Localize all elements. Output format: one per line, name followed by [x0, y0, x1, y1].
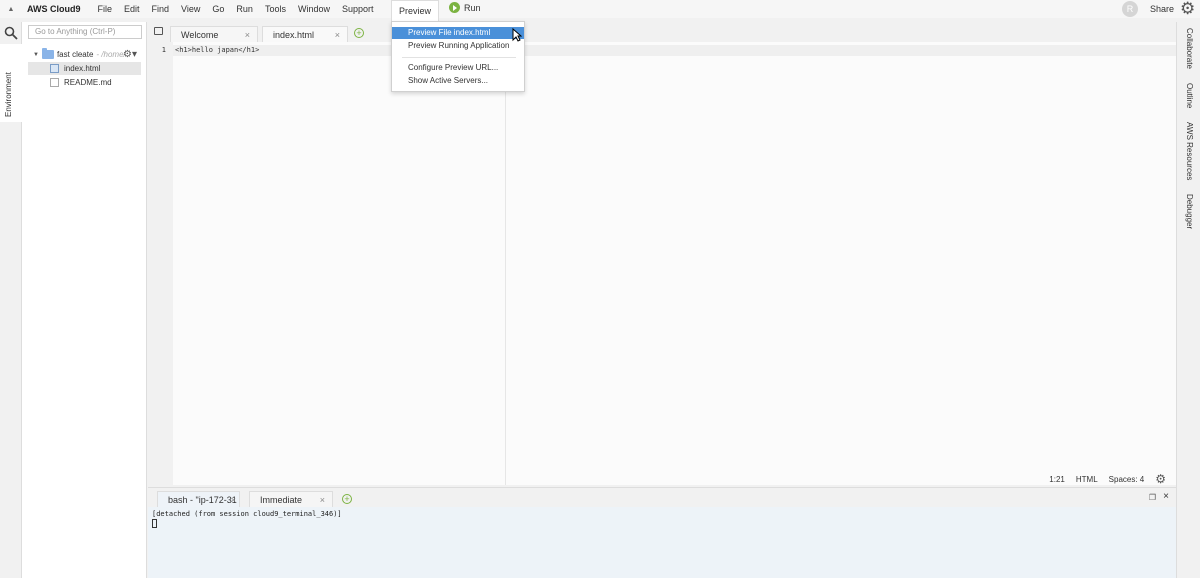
root-folder-name: fast cleate — [56, 50, 94, 59]
tab-menu-icon[interactable] — [154, 27, 163, 35]
menu-run[interactable]: Run — [230, 4, 259, 14]
close-icon[interactable]: × — [335, 30, 340, 40]
terminal-tab-bar: bash - "ip-172-31 × Immediate × + ❐ × — [148, 487, 1176, 508]
gear-icon[interactable]: ⚙ — [1180, 0, 1195, 18]
menu-tools[interactable]: Tools — [259, 4, 292, 14]
close-icon[interactable]: × — [231, 495, 236, 505]
run-label: Run — [464, 2, 481, 13]
menu-item-show-active-servers[interactable]: Show Active Servers... — [392, 75, 524, 87]
html-file-icon — [50, 64, 59, 73]
editor-tab-bar: Welcome × index.html × + — [148, 22, 1176, 43]
file-tree-panel: Go to Anything (Ctrl-P) ▼ fast cleate - … — [22, 22, 147, 578]
menu-go[interactable]: Go — [206, 4, 230, 14]
menu-window[interactable]: Window — [292, 4, 336, 14]
tree-settings-gear-icon[interactable]: ⚙▾ — [123, 49, 137, 60]
mouse-cursor-icon — [512, 28, 522, 42]
terminal[interactable]: [detached (from session cloud9_terminal_… — [148, 507, 1176, 578]
cursor-position[interactable]: 1:21 — [1049, 475, 1065, 484]
tab-welcome[interactable]: Welcome × — [170, 26, 258, 43]
close-icon[interactable]: × — [320, 495, 325, 505]
right-panel-strip: Collaborate Outline AWS Resources Debugg… — [1176, 22, 1200, 578]
restore-icon[interactable]: ❐ — [1149, 493, 1156, 502]
menu-support[interactable]: Support — [336, 4, 380, 14]
file-name: index.html — [64, 64, 101, 73]
tree-root-folder[interactable]: ▼ fast cleate - /home/ — [33, 48, 126, 59]
environment-tab-label[interactable]: Environment — [4, 72, 13, 117]
menu-item-configure-preview-url[interactable]: Configure Preview URL... — [392, 62, 524, 74]
left-panel-strip: Environment — [0, 22, 22, 578]
preview-dropdown-menu: Preview File index.html Preview Running … — [391, 21, 525, 92]
root-folder-path: - /home/ — [96, 50, 126, 59]
search-icon[interactable] — [4, 26, 18, 40]
add-tab-icon[interactable]: + — [354, 28, 364, 38]
file-name: README.md — [64, 78, 112, 87]
menu-bar: ▲ AWS Cloud9 File Edit Find View Go Run … — [0, 0, 1200, 18]
file-item-readme[interactable]: README.md — [28, 76, 141, 89]
menu-divider — [402, 57, 516, 58]
menu-item-preview-file[interactable]: Preview File index.html — [392, 27, 524, 39]
folder-icon — [41, 48, 54, 59]
play-icon — [449, 2, 460, 13]
indent-setting[interactable]: Spaces: 4 — [1109, 475, 1145, 484]
editor-status-bar: 1:21 HTML Spaces: 4 ⚙ — [1049, 472, 1166, 486]
terminal-output: [detached (from session cloud9_terminal_… — [152, 510, 342, 518]
goto-anything-input[interactable]: Go to Anything (Ctrl-P) — [28, 25, 142, 39]
tab-aws-resources[interactable]: AWS Resources — [1185, 122, 1194, 180]
close-panel-icon[interactable]: × — [1163, 491, 1169, 502]
menu-item-preview-running-app[interactable]: Preview Running Application — [392, 40, 524, 52]
tab-label: Welcome — [181, 30, 219, 40]
tab-outline[interactable]: Outline — [1185, 83, 1194, 108]
tab-debugger[interactable]: Debugger — [1185, 194, 1194, 229]
line-number: 1 — [161, 46, 166, 54]
run-button[interactable]: Run — [449, 2, 481, 13]
print-margin — [505, 42, 506, 485]
menu-edit[interactable]: Edit — [118, 4, 146, 14]
menu-file[interactable]: File — [92, 4, 119, 14]
close-icon[interactable]: × — [245, 30, 250, 40]
menu-view[interactable]: View — [175, 4, 206, 14]
syntax-mode[interactable]: HTML — [1076, 475, 1098, 484]
tab-label: bash - "ip-172-31 — [168, 495, 237, 505]
tab-bash[interactable]: bash - "ip-172-31 × — [157, 491, 240, 508]
menu-find[interactable]: Find — [146, 4, 176, 14]
line-gutter: 1 — [148, 42, 173, 485]
tab-immediate[interactable]: Immediate × — [249, 491, 333, 508]
editor-settings-gear-icon[interactable]: ⚙ — [1155, 472, 1166, 486]
share-button[interactable]: Share — [1150, 4, 1174, 14]
tab-label: index.html — [273, 30, 315, 40]
terminal-cursor — [152, 519, 157, 528]
file-icon — [50, 78, 59, 87]
tab-label: Immediate — [260, 495, 303, 505]
active-line-highlight — [173, 45, 1176, 56]
file-item-index-html[interactable]: index.html — [28, 62, 141, 75]
avatar[interactable]: R — [1122, 1, 1138, 17]
tab-collaborate[interactable]: Collaborate — [1185, 28, 1194, 69]
add-terminal-icon[interactable]: + — [342, 494, 352, 504]
brand-menu[interactable]: AWS Cloud9 — [27, 4, 81, 14]
code-line[interactable]: <h1>hello japan</h1> — [175, 46, 259, 54]
preview-menu-button[interactable]: Preview — [391, 0, 439, 21]
tab-index-html[interactable]: index.html × — [262, 26, 348, 43]
code-editor[interactable]: 1 <h1>hello japan</h1> 1:21 HTML Spaces:… — [148, 42, 1176, 486]
caret-down-icon[interactable]: ▼ — [33, 52, 39, 58]
collapse-up-icon[interactable]: ▲ — [0, 6, 22, 13]
